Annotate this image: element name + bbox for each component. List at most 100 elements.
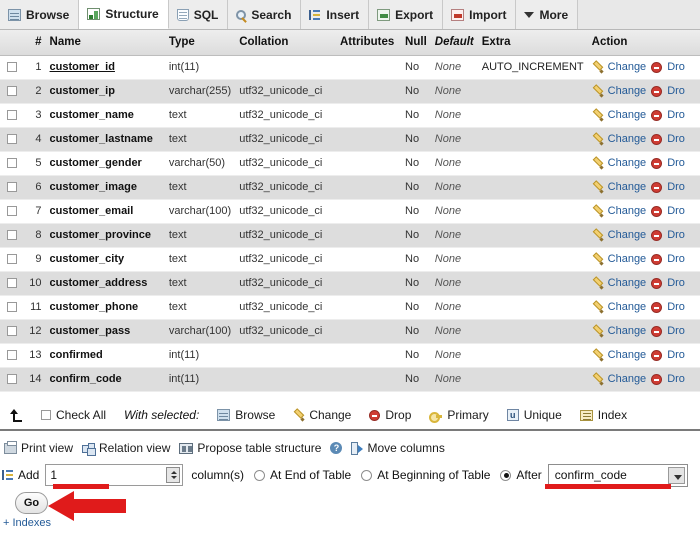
- indexes-link[interactable]: + Indexes: [3, 517, 51, 529]
- row-drop-link[interactable]: Dro: [667, 85, 685, 97]
- row-change-link[interactable]: Change: [608, 253, 647, 265]
- row-change-link[interactable]: Change: [608, 133, 647, 145]
- bulk-primary-button[interactable]: Primary: [420, 408, 497, 423]
- tab-search-label: Search: [251, 7, 292, 22]
- tab-sql[interactable]: SQL: [168, 0, 229, 29]
- row-checkbox[interactable]: [6, 278, 17, 289]
- row-change-link[interactable]: Change: [608, 85, 647, 97]
- row-change-link[interactable]: Change: [608, 325, 647, 337]
- row-drop-link[interactable]: Dro: [667, 325, 685, 337]
- row-drop-link[interactable]: Dro: [667, 253, 685, 265]
- print-view-link[interactable]: Print view: [0, 440, 82, 455]
- structure-table-head: # Name Type Collation Attributes Null De…: [0, 30, 700, 56]
- header-extra[interactable]: Extra: [477, 30, 588, 56]
- bulk-unique-button[interactable]: u Unique: [498, 408, 571, 422]
- row-change-link[interactable]: Change: [608, 61, 647, 73]
- row-checkbox[interactable]: [6, 350, 17, 361]
- row-change-link[interactable]: Change: [608, 109, 647, 121]
- bulk-browse-button[interactable]: Browse: [208, 408, 284, 422]
- radio-at-end-of-table[interactable]: At End of Table: [254, 468, 351, 482]
- row-checkbox[interactable]: [6, 302, 17, 313]
- row-checkbox[interactable]: [6, 374, 17, 385]
- row-change-link[interactable]: Change: [608, 349, 647, 361]
- stepper-buttons[interactable]: [166, 467, 181, 483]
- tab-browse[interactable]: Browse: [0, 0, 80, 29]
- radio-at-beginning-of-table[interactable]: At Beginning of Table: [361, 468, 490, 482]
- row-drop-link[interactable]: Dro: [667, 373, 685, 385]
- add-column-count-input[interactable]: [46, 465, 165, 485]
- header-default[interactable]: Default: [430, 30, 478, 56]
- row-null: No: [401, 271, 431, 296]
- header-attributes[interactable]: Attributes: [335, 30, 402, 56]
- row-action-cell: Change Dro: [587, 343, 700, 368]
- header-checkbox-col: [0, 30, 24, 56]
- row-drop-link[interactable]: Dro: [667, 349, 685, 361]
- header-number[interactable]: #: [23, 30, 46, 56]
- check-all-control[interactable]: Check All: [32, 408, 115, 422]
- radio-at-end-of-table-input[interactable]: [254, 469, 266, 481]
- help-link[interactable]: ?: [330, 442, 351, 454]
- row-drop-link[interactable]: Dro: [667, 61, 685, 73]
- pencil-icon: [592, 230, 603, 241]
- row-checkbox[interactable]: [6, 62, 17, 73]
- row-checkbox[interactable]: [6, 326, 17, 337]
- bulk-change-button[interactable]: Change: [284, 408, 360, 422]
- tab-search[interactable]: Search: [228, 0, 302, 29]
- add-column-count-stepper[interactable]: [45, 464, 184, 486]
- tab-more[interactable]: More: [516, 0, 579, 29]
- row-drop-link[interactable]: Dro: [667, 301, 685, 313]
- row-attributes: [335, 295, 402, 320]
- relation-view-link[interactable]: Relation view: [82, 441, 179, 455]
- move-columns-link[interactable]: Move columns: [351, 441, 453, 455]
- table-row: 2 customer_ip varchar(255) utf32_unicode_ci…: [0, 79, 700, 104]
- tab-import[interactable]: Import: [443, 0, 517, 29]
- check-all-checkbox[interactable]: [41, 410, 51, 420]
- row-drop-link[interactable]: Dro: [667, 109, 685, 121]
- column-name: customer_email: [49, 205, 134, 217]
- row-checkbox[interactable]: [6, 182, 17, 193]
- row-change-link[interactable]: Change: [608, 205, 647, 217]
- row-checkbox[interactable]: [6, 230, 17, 241]
- header-collation[interactable]: Collation: [235, 30, 336, 56]
- column-name: customer_province: [49, 229, 152, 241]
- row-drop-link[interactable]: Dro: [667, 277, 685, 289]
- row-attributes: [335, 151, 402, 176]
- header-null[interactable]: Null: [401, 30, 431, 56]
- row-type: varchar(100): [164, 199, 236, 224]
- header-name[interactable]: Name: [45, 30, 165, 56]
- row-drop-link[interactable]: Dro: [667, 205, 685, 217]
- row-extra: [477, 199, 588, 224]
- row-change-link[interactable]: Change: [608, 373, 647, 385]
- row-checkbox[interactable]: [6, 206, 17, 217]
- bulk-drop-button[interactable]: Drop: [360, 408, 420, 422]
- row-checkbox[interactable]: [6, 254, 17, 265]
- row-drop-link[interactable]: Dro: [667, 133, 685, 145]
- drop-icon: [651, 349, 663, 361]
- row-checkbox[interactable]: [6, 158, 17, 169]
- bulk-index-button[interactable]: Index: [571, 408, 636, 422]
- table-row: 4 customer_lastname text utf32_unicode_ci No…: [0, 127, 700, 152]
- radio-at-beginning-of-table-input[interactable]: [361, 469, 373, 481]
- tab-insert[interactable]: Insert: [301, 0, 370, 29]
- row-checkbox[interactable]: [6, 134, 17, 145]
- tab-structure[interactable]: Structure: [79, 0, 169, 29]
- radio-after-column-input[interactable]: [500, 469, 512, 481]
- row-change-link[interactable]: Change: [608, 277, 647, 289]
- row-actions: Change Dro: [592, 301, 696, 313]
- radio-after-column[interactable]: After: [500, 468, 542, 482]
- row-change-link[interactable]: Change: [608, 181, 647, 193]
- row-drop-link[interactable]: Dro: [667, 181, 685, 193]
- row-change-link[interactable]: Change: [608, 301, 647, 313]
- row-checkbox[interactable]: [6, 86, 17, 97]
- chevron-down-icon[interactable]: [667, 466, 685, 484]
- row-drop-link[interactable]: Dro: [667, 157, 685, 169]
- go-button[interactable]: Go: [15, 492, 48, 514]
- propose-table-structure-link[interactable]: Propose table structure: [179, 441, 330, 455]
- tab-export[interactable]: Export: [369, 0, 444, 29]
- row-change-link[interactable]: Change: [608, 157, 647, 169]
- add-column-icon: [2, 469, 14, 481]
- row-change-link[interactable]: Change: [608, 229, 647, 241]
- row-checkbox[interactable]: [6, 110, 17, 121]
- header-type[interactable]: Type: [164, 30, 236, 56]
- row-drop-link[interactable]: Dro: [667, 229, 685, 241]
